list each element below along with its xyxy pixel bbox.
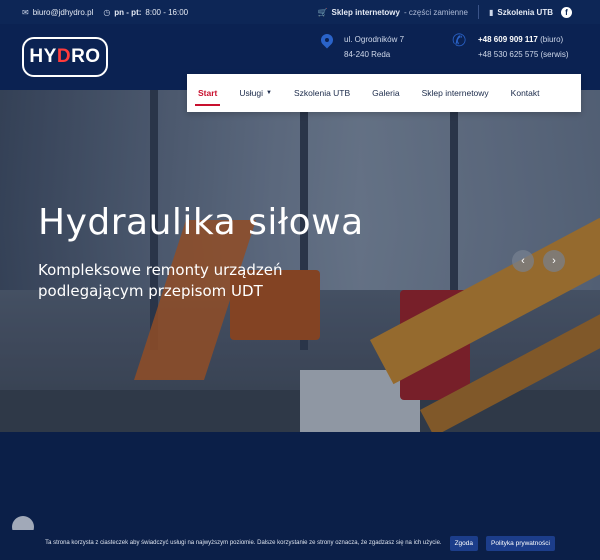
nav-label: Szkolenia UTB <box>293 88 351 98</box>
clock-icon: ◷ <box>103 7 111 17</box>
top-bar: ✉ biuro@jdhydro.pl ◷ pn - pt: 8:00 - 16:… <box>0 0 600 24</box>
address-line-2: 84-240 Reda <box>344 50 391 59</box>
logo-text-mid: D <box>56 46 72 67</box>
privacy-policy-button[interactable]: Polityka prywatności <box>486 535 555 551</box>
opening-hours: ◷ pn - pt: 8:00 - 16:00 <box>103 8 188 17</box>
slider-next-button[interactable]: › <box>543 250 565 272</box>
nav-label: Start <box>198 88 218 98</box>
address-block: ul. Ogrodników 7 84-240 Reda <box>320 32 404 62</box>
cookie-banner: Ta strona korzysta z ciasteczek aby świa… <box>0 530 600 556</box>
phone-service[interactable]: +48 530 625 575 (serwis) <box>478 47 569 62</box>
shop-link[interactable]: 🛒 Sklep internetowy - części zamienne <box>318 8 468 17</box>
phone-icon: ✆ <box>452 31 467 50</box>
phone-office[interactable]: +48 609 909 117 (biuro) <box>478 32 569 47</box>
logo-text-right: RO <box>71 46 101 67</box>
email-contact[interactable]: ✉ biuro@jdhydro.pl <box>22 8 93 17</box>
phone-office-number[interactable]: +48 609 909 117 <box>478 35 538 44</box>
book-icon: ▮ <box>489 7 494 17</box>
hours-label: pn - pt: <box>114 7 142 17</box>
nav-label: Kontakt <box>510 88 540 98</box>
shop-sublabel: - części zamienne <box>403 7 469 17</box>
cart-icon: 🛒 <box>317 7 328 17</box>
address-line-1: ul. Ogrodników 7 <box>344 35 405 44</box>
cookie-accept-button[interactable]: Zgoda <box>449 535 479 551</box>
map-pin-icon <box>320 34 334 52</box>
nav-item-uslugi[interactable]: Usługi ▼ <box>228 74 283 112</box>
hero-subtitle-line-2: podlegającym przepisom UDT <box>38 282 263 300</box>
nav-item-sklep[interactable]: Sklep internetowy <box>411 74 500 112</box>
nav-item-start[interactable]: Start <box>187 74 228 112</box>
caret-down-icon: ▼ <box>266 90 272 96</box>
email-link[interactable]: biuro@jdhydro.pl <box>33 8 94 17</box>
site-logo[interactable]: HY D RO <box>22 37 108 77</box>
divider <box>478 5 480 19</box>
facebook-icon[interactable]: f <box>561 6 572 18</box>
nav-item-kontakt[interactable]: Kontakt <box>500 74 551 112</box>
envelope-icon: ✉ <box>22 7 29 17</box>
training-label[interactable]: Szkolenia UTB <box>497 8 553 17</box>
nav-item-galeria[interactable]: Galeria <box>361 74 410 112</box>
logo-text-left: HY <box>29 46 57 67</box>
main-nav: Start Usługi ▼ Szkolenia UTB Galeria Skle… <box>187 74 581 112</box>
hero-subtitle: Kompleksowe remonty urządzeń podlegający… <box>38 260 283 302</box>
nav-label: Usługi <box>239 88 263 98</box>
hero-subtitle-line-1: Kompleksowe remonty urządzeń <box>38 261 283 279</box>
training-link[interactable]: ▮ Szkolenia UTB <box>489 8 553 17</box>
nav-item-szkolenia[interactable]: Szkolenia UTB <box>283 74 361 112</box>
shop-label[interactable]: Sklep internetowy <box>332 8 400 17</box>
slider-prev-button[interactable]: ‹ <box>512 250 534 272</box>
hours-value: 8:00 - 16:00 <box>145 7 189 17</box>
hero-title: Hydraulika siłowa <box>38 202 364 243</box>
phone-block: ✆ +48 609 909 117 (biuro) +48 530 625 57… <box>452 32 569 62</box>
cookie-text: Ta strona korzysta z ciasteczek aby świa… <box>45 540 442 546</box>
nav-label: Galeria <box>372 88 400 98</box>
phone-office-note: (biuro) <box>540 35 564 44</box>
hero-slider: Hydraulika siłowa Kompleksowe remonty ur… <box>0 90 600 432</box>
nav-label: Sklep internetowy <box>421 88 489 98</box>
